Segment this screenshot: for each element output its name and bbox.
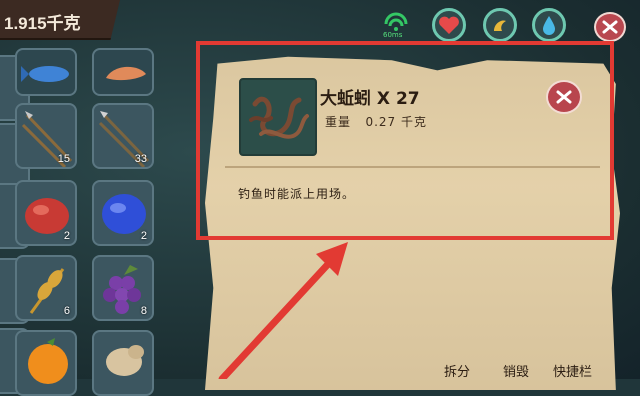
annotation-arrow	[218, 242, 348, 379]
